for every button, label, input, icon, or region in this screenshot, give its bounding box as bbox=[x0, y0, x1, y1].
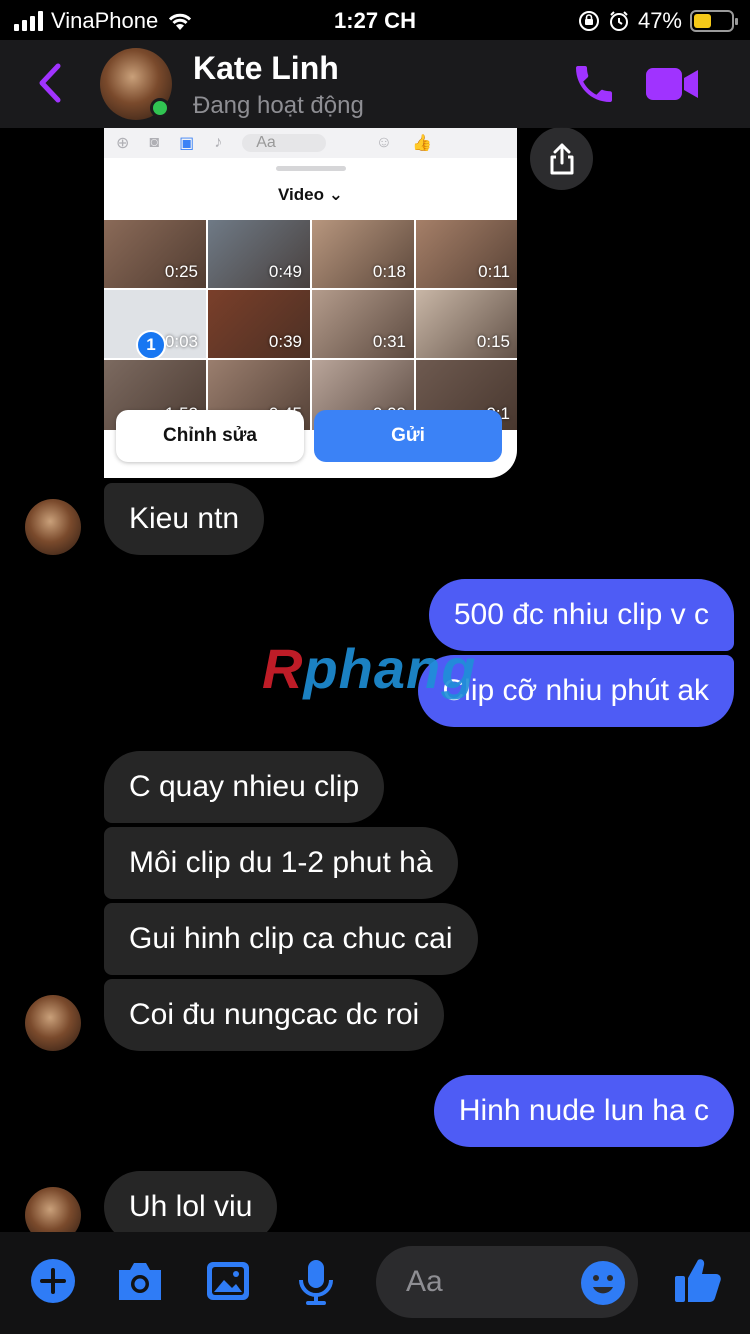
camera-icon[interactable] bbox=[115, 1258, 165, 1304]
shared-edit-button: Chỉnh sửa bbox=[116, 410, 304, 462]
message-bubble-incoming[interactable]: Coi đu nungcac dc roi bbox=[104, 979, 445, 1051]
photo-gallery-icon[interactable] bbox=[205, 1258, 251, 1304]
share-icon bbox=[550, 143, 573, 174]
video-thumbnail: 0:15 bbox=[416, 290, 517, 358]
shared-image-toolbar: ⊕ ◙ ▣ ♪ Aa ☺ 👍 bbox=[104, 128, 517, 158]
video-thumbnail: 0:03 1 bbox=[104, 290, 206, 360]
video-thumbnail: 0:39 bbox=[208, 290, 310, 358]
contact-name[interactable]: Kate Linh bbox=[193, 50, 339, 87]
status-bar: VinaPhone 1:27 CH 47% bbox=[0, 0, 750, 40]
back-chevron-icon[interactable] bbox=[30, 58, 70, 108]
sheet-handle bbox=[275, 166, 346, 171]
video-duration: 0:03 bbox=[164, 332, 198, 351]
message-bubble-incoming[interactable]: C quay nhieu clip bbox=[104, 751, 385, 823]
video-thumbnail: 0:18 bbox=[312, 220, 414, 288]
status-right: 47% bbox=[578, 8, 738, 34]
message-bubble-incoming[interactable]: Môi clip du 1-2 phut hà bbox=[104, 827, 458, 899]
message-bubble-incoming[interactable]: Gui hinh clip ca chuc cai bbox=[104, 903, 478, 975]
online-status-indicator bbox=[150, 98, 170, 118]
shared-send-button: Gửi bbox=[314, 410, 502, 462]
phone-call-icon[interactable] bbox=[570, 60, 618, 108]
chat-header: Kate Linh Đang hoạt động bbox=[0, 40, 750, 128]
video-call-icon[interactable] bbox=[644, 64, 700, 104]
video-thumbnail: 0:31 bbox=[312, 290, 414, 358]
shared-input-placeholder: Aa bbox=[242, 134, 326, 152]
shared-mic-icon: ♪ bbox=[214, 134, 223, 151]
video-duration: 0:49 bbox=[268, 262, 302, 281]
video-duration: 0:11 bbox=[478, 262, 510, 281]
rotation-lock-icon bbox=[578, 11, 599, 31]
video-thumbnail: 0:49 bbox=[208, 220, 310, 288]
shared-camera-icon: ◙ bbox=[149, 134, 160, 151]
microphone-icon[interactable] bbox=[296, 1258, 336, 1306]
selection-count-badge: 1 bbox=[136, 330, 166, 360]
video-thumbnail: 0:11 bbox=[416, 220, 517, 288]
message-bubble-outgoing[interactable]: Hinh nude lun ha c bbox=[433, 1075, 734, 1147]
video-duration: 0:31 bbox=[372, 332, 406, 351]
add-plus-icon[interactable] bbox=[30, 1258, 76, 1304]
video-picker-title: Video ⌄ bbox=[278, 185, 343, 204]
like-thumbs-up-icon[interactable] bbox=[672, 1254, 724, 1306]
contact-activity-status: Đang hoạt động bbox=[193, 92, 364, 119]
shared-like-icon: 👍 bbox=[412, 135, 433, 152]
composer-bar bbox=[0, 1232, 750, 1334]
battery-fill bbox=[694, 14, 711, 28]
video-thumbnail: 0:25 bbox=[104, 220, 206, 288]
battery-icon bbox=[690, 10, 738, 32]
sender-avatar[interactable] bbox=[25, 499, 81, 555]
video-duration: 0:39 bbox=[268, 332, 302, 351]
video-duration: 0:18 bbox=[372, 262, 406, 281]
watermark: Rphang bbox=[262, 637, 477, 700]
video-duration: 0:15 bbox=[476, 332, 510, 351]
sender-avatar[interactable] bbox=[25, 995, 81, 1051]
shared-image[interactable]: ⊕ ◙ ▣ ♪ Aa ☺ 👍 Video ⌄ 0:25 0:49 0:18 0:11 0… bbox=[104, 128, 517, 478]
alarm-icon bbox=[609, 11, 628, 31]
emoji-icon[interactable] bbox=[580, 1260, 626, 1306]
video-thumbnail-grid: 0:250:490:180:110:0310:390:310:151:520:4… bbox=[104, 220, 517, 430]
shared-plus-icon: ⊕ bbox=[116, 135, 130, 152]
battery-percent: 47% bbox=[637, 8, 682, 33]
message-bubble-incoming[interactable]: Kieu ntn bbox=[104, 483, 265, 555]
shared-emoji-icon: ☺ bbox=[375, 134, 393, 151]
share-button[interactable] bbox=[530, 127, 593, 190]
shared-gallery-icon: ▣ bbox=[179, 135, 195, 152]
video-duration: 0:25 bbox=[164, 262, 198, 281]
